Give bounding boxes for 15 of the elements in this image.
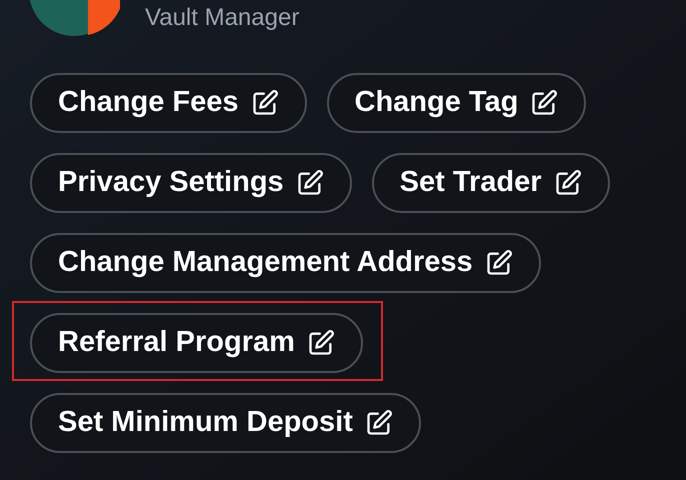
- subtitle: Vault Manager: [145, 3, 300, 33]
- edit-icon: [306, 329, 335, 357]
- edit-button[interactable]: Change Management Address: [30, 233, 541, 293]
- edit-icon: [364, 409, 393, 437]
- edit-icon: [484, 249, 513, 277]
- edit-button[interactable]: Set Trader: [372, 153, 610, 213]
- edit-icon: [296, 169, 324, 197]
- edit-button[interactable]: Set Minimum Deposit: [30, 393, 421, 453]
- edit-button[interactable]: Change Tag: [326, 73, 586, 133]
- edit-button[interactable]: Privacy Settings: [30, 153, 352, 213]
- edit-button[interactable]: Referral Program: [30, 313, 363, 373]
- edit-icon: [250, 89, 278, 117]
- edit-icon: [530, 89, 558, 117]
- edit-icon: [554, 169, 582, 197]
- edit-button[interactable]: Change Fees: [30, 73, 306, 133]
